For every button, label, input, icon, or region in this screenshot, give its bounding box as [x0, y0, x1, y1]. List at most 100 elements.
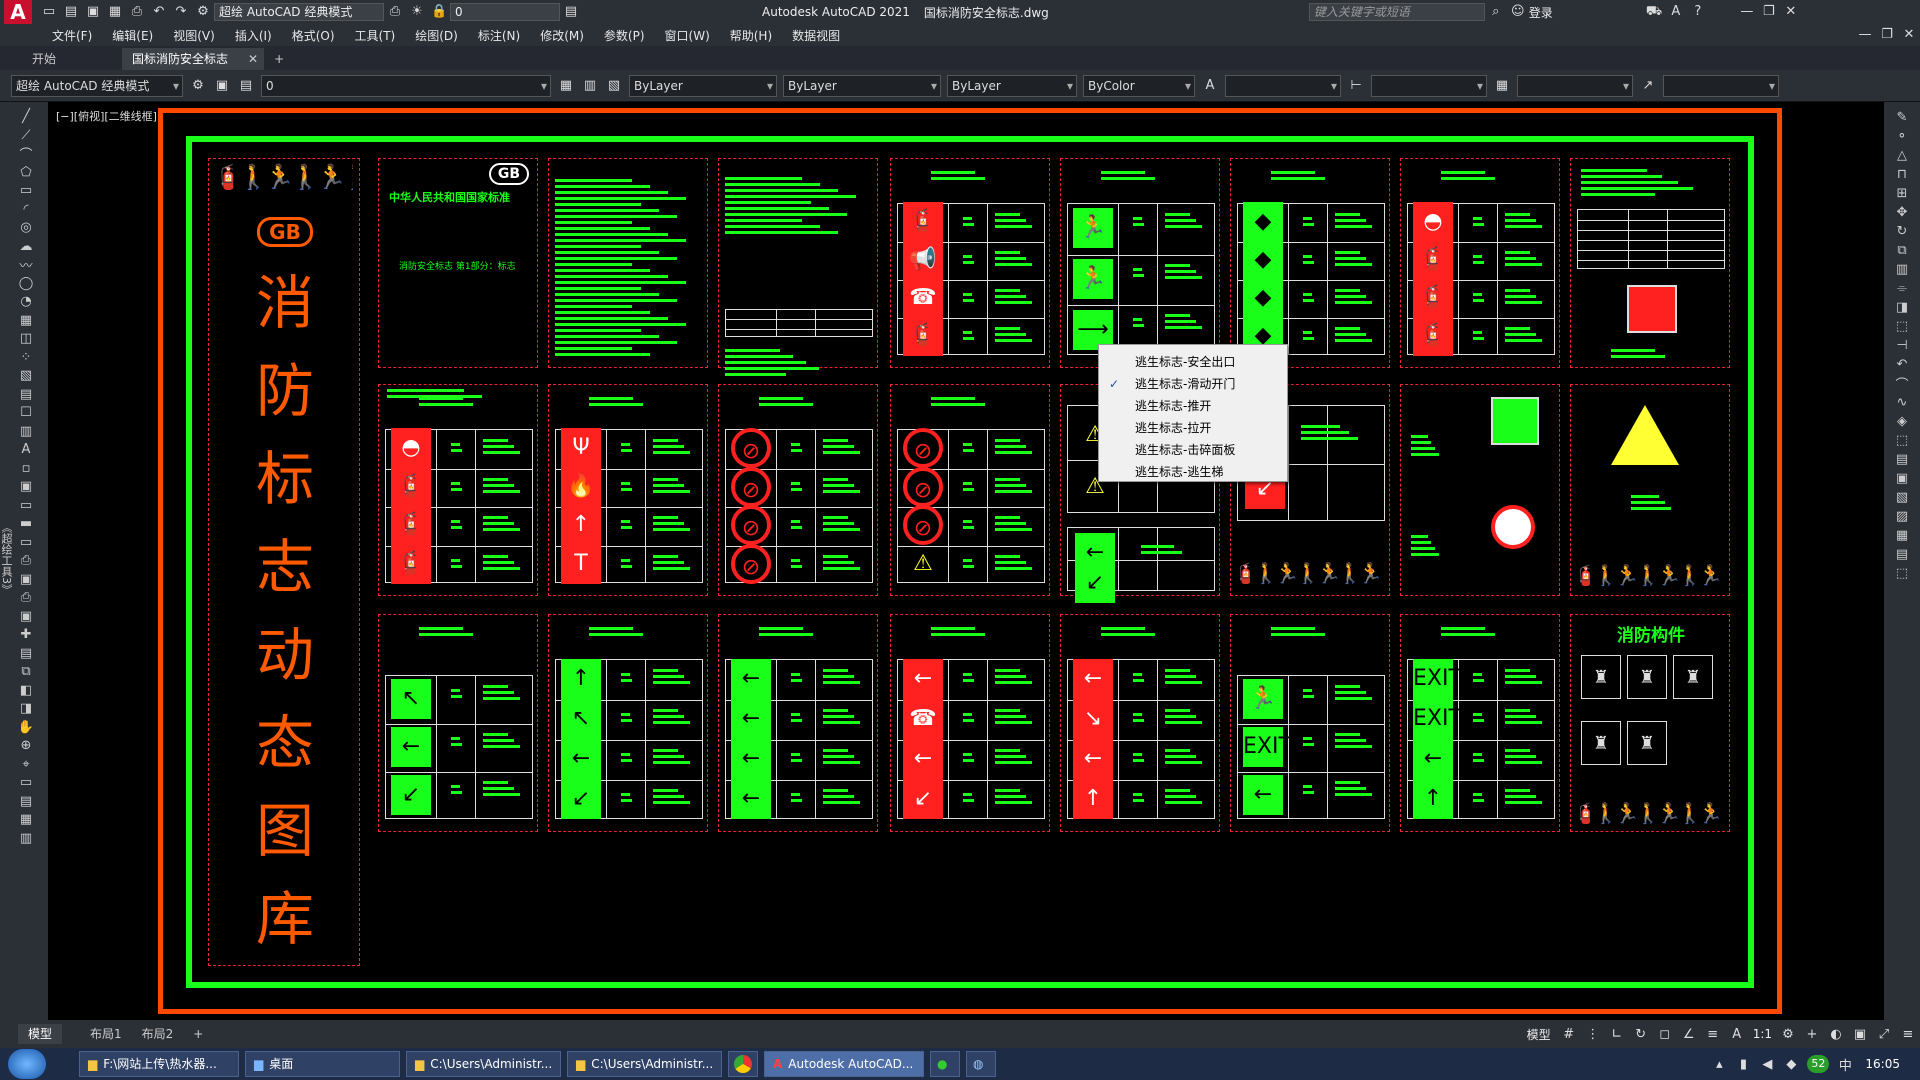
tab-start[interactable]: 开始 [22, 48, 122, 70]
left-tool-29-icon[interactable]: ▤ [14, 645, 38, 663]
menu-dimension[interactable]: 标注(N) [468, 27, 530, 44]
drawing-sheet[interactable]: Ψ 🔥 ↑ T [548, 384, 708, 596]
right-tool-16-icon[interactable]: ◈ [1890, 412, 1914, 430]
menu-file[interactable]: 文件(F) [42, 27, 102, 44]
multileader-style-icon[interactable]: ↗ [1638, 76, 1658, 96]
left-tool-24-icon[interactable]: ⎙ [14, 552, 38, 570]
drawing-sheet[interactable]: EXIT EXIT ← ↑ [1400, 614, 1560, 832]
left-tool-10-icon[interactable]: ◔ [14, 293, 38, 311]
left-tool-3-icon[interactable]: ⬠ [14, 164, 38, 182]
layout-tab-model[interactable]: 模型 [18, 1024, 63, 1044]
left-tool-25-icon[interactable]: ▣ [14, 571, 38, 589]
doc-minimize-icon[interactable]: — [1857, 27, 1873, 43]
drawing-canvas[interactable]: [−][俯视][二维线框] 🧯🚶🏃🚶🏃🚶🏃 GB 消防标志动态图库 GB 中华人民… [48, 102, 1884, 1020]
left-tool-34-icon[interactable]: ⊕ [14, 737, 38, 755]
start-button-icon[interactable] [8, 1049, 46, 1079]
left-tool-11-icon[interactable]: ▦ [14, 312, 38, 330]
linetype-combo[interactable]: ByLayer [783, 74, 941, 97]
close-icon[interactable]: ✕ [1783, 4, 1799, 20]
right-tool-5-icon[interactable]: ✥ [1890, 203, 1914, 221]
left-tool-35-icon[interactable]: ⌖ [14, 756, 38, 774]
dim-style-icon[interactable]: ⊢ [1346, 76, 1366, 96]
help-icon[interactable]: ? [1690, 4, 1706, 20]
open-icon[interactable]: ▤ [63, 4, 79, 20]
left-tool-9-icon[interactable]: ◯ [14, 275, 38, 293]
taskbar-folder-2[interactable]: ▆ C:\Users\Administr... [406, 1051, 561, 1077]
snap-icon[interactable]: ⋮ [1583, 1024, 1603, 1044]
left-tool-12-icon[interactable]: ◫ [14, 330, 38, 348]
right-tool-23-icon[interactable]: ▤ [1890, 545, 1914, 563]
right-tool-15-icon[interactable]: ∿ [1890, 393, 1914, 411]
save-icon[interactable]: ▣ [85, 4, 101, 20]
right-tool-18-icon[interactable]: ▤ [1890, 450, 1914, 468]
left-tool-26-icon[interactable]: ⎙ [14, 589, 38, 607]
drawing-sheet[interactable]: ← ↘ ← ↑ [1060, 614, 1220, 832]
security-icon[interactable]: ◆ [1781, 1054, 1801, 1074]
layer-combo[interactable]: 0 [261, 74, 551, 97]
layer-props-icon[interactable]: ▤ [236, 76, 256, 96]
drawing-sheet[interactable]: ⊘ ⊘ ⊘ ⊘ [718, 384, 878, 596]
left-tool-20-icon[interactable]: ▣ [14, 478, 38, 496]
new-icon[interactable]: ▭ [41, 4, 57, 20]
search-input[interactable]: 键入关键字或短语 [1308, 3, 1485, 21]
left-tool-14-icon[interactable]: ▧ [14, 367, 38, 385]
left-tool-8-icon[interactable]: 〰 [14, 256, 38, 274]
login-button[interactable]: 登录 [1529, 4, 1553, 21]
grid-icon[interactable]: # [1559, 1024, 1579, 1044]
context-menu-item[interactable]: 逃生标志-推开 [1099, 395, 1287, 417]
left-tool-0-icon[interactable]: ╱ [14, 108, 38, 126]
workspace-select[interactable]: 超绘 AutoCAD 经典模式 [214, 3, 384, 21]
bulb-icon[interactable]: ☀ [409, 4, 425, 20]
tab-add-icon[interactable]: + [264, 48, 294, 70]
left-tool-7-icon[interactable]: ☁ [14, 238, 38, 256]
drawing-sheet[interactable]: 🏃 🏃 ⟶ [1060, 158, 1220, 368]
left-tool-36-icon[interactable]: ▭ [14, 774, 38, 792]
context-menu-item[interactable]: 逃生标志-安全出口 [1099, 351, 1287, 373]
drawing-sheet[interactable]: ◓ 🧯 🧯 🧯 [378, 384, 538, 596]
drawing-sheet[interactable]: ← ← ← ← [718, 614, 878, 832]
tray-badge[interactable]: 52 [1807, 1055, 1830, 1073]
left-tool-16-icon[interactable]: ☐ [14, 404, 38, 422]
drawing-sheet[interactable] [548, 158, 708, 368]
right-tool-2-icon[interactable]: △ [1890, 146, 1914, 164]
ortho-icon[interactable]: ∟ [1607, 1024, 1627, 1044]
minimize-icon[interactable]: — [1739, 4, 1755, 20]
left-tool-30-icon[interactable]: ⧉ [14, 663, 38, 681]
multileader-style-combo[interactable] [1663, 74, 1779, 97]
drawing-sheet[interactable]: 🧯🚶🏃🚶🏃🚶🏃 [1570, 384, 1730, 596]
right-tool-24-icon[interactable]: ⬚ [1890, 564, 1914, 582]
context-menu-item[interactable]: 逃生标志-逃生梯 [1099, 461, 1287, 483]
menu-format[interactable]: 格式(O) [282, 27, 345, 44]
color-combo[interactable]: ByLayer [629, 74, 777, 97]
tab-drawing[interactable]: 国标消防安全标志* [122, 48, 242, 88]
drawing-sheet[interactable]: ◆ ◆ ◆ ◆ [1230, 158, 1390, 368]
user-icon[interactable]: ☺ [1510, 4, 1526, 20]
right-tool-20-icon[interactable]: ▧ [1890, 488, 1914, 506]
right-tool-7-icon[interactable]: ⧉ [1890, 241, 1914, 259]
taskbar-chrome-icon[interactable] [728, 1051, 758, 1077]
drawing-sheet[interactable]: ← ☎ ← ↙ [890, 614, 1050, 832]
annotation-scale[interactable]: 1:1 [1753, 1027, 1772, 1041]
doc-close-icon[interactable]: ✕ [1901, 27, 1917, 43]
right-tool-19-icon[interactable]: ▣ [1890, 469, 1914, 487]
drawing-sheet[interactable]: ◓ 🧯 🧯 🧯 [1400, 158, 1560, 368]
lineweight-icon[interactable]: ≡ [1703, 1024, 1723, 1044]
menu-tools[interactable]: 工具(T) [345, 27, 406, 44]
left-tool-13-icon[interactable]: ⁘ [14, 349, 38, 367]
right-tool-6-icon[interactable]: ↻ [1890, 222, 1914, 240]
drawing-sheet[interactable]: ↖ ← ↙ [378, 614, 538, 832]
menu-insert[interactable]: 插入(I) [225, 27, 282, 44]
text-style-combo[interactable] [1225, 74, 1341, 97]
autocad-logo-icon[interactable]: A [4, 0, 32, 24]
layout-add-icon[interactable]: + [183, 1024, 213, 1044]
context-menu-item[interactable]: ✓ 逃生标志-滑动开门 [1099, 373, 1287, 395]
right-tool-22-icon[interactable]: ▦ [1890, 526, 1914, 544]
right-tool-8-icon[interactable]: ▥ [1890, 260, 1914, 278]
workspace-combo[interactable]: 超绘 AutoCAD 经典模式 [11, 74, 183, 97]
plot-icon[interactable]: ⎙ [387, 4, 403, 20]
context-menu-item[interactable]: 逃生标志-击碎面板 [1099, 439, 1287, 461]
taskbar-folder-3[interactable]: ▆ C:\Users\Administr... [567, 1051, 722, 1077]
right-tool-4-icon[interactable]: ⊞ [1890, 184, 1914, 202]
volume-icon[interactable]: ◀ [1757, 1054, 1777, 1074]
left-tool-2-icon[interactable]: ⌒ [14, 145, 38, 163]
